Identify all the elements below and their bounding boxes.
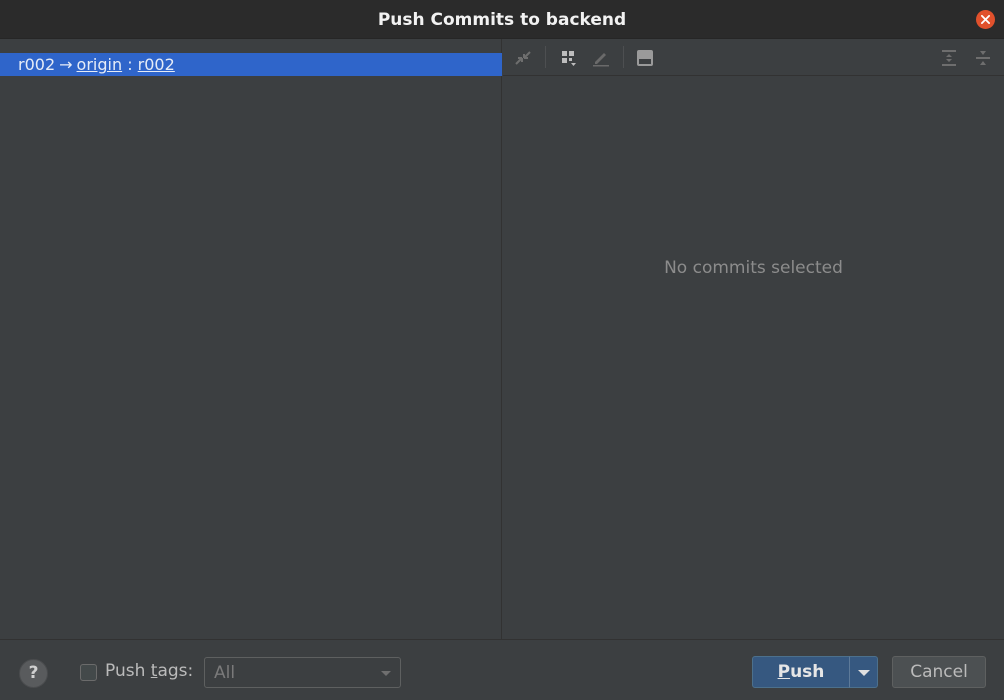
commit-details-pane: No commits selected <box>503 39 1004 639</box>
push-label-rest: ush <box>790 662 825 682</box>
edit-icon[interactable] <box>591 48 611 68</box>
group-by-icon[interactable] <box>559 48 579 68</box>
push-tags-select-value: All <box>214 663 236 683</box>
repo-push-row[interactable]: r002 → origin : r002 <box>0 53 502 76</box>
push-tags-label-suffix: ags: <box>157 661 194 681</box>
cancel-button[interactable]: Cancel <box>892 656 986 688</box>
chevron-down-icon <box>858 670 870 676</box>
push-mnemonic: P <box>777 662 791 682</box>
push-options-dropdown[interactable] <box>849 656 878 688</box>
branch-separator: : <box>127 55 133 74</box>
arrows-merge-icon[interactable] <box>513 48 533 68</box>
push-tags-label[interactable]: Push tags: <box>105 661 193 681</box>
chevron-down-icon <box>381 671 391 676</box>
push-tags-select[interactable]: All <box>204 657 401 688</box>
details-toolbar <box>503 39 1004 76</box>
close-icon <box>981 15 990 24</box>
preview-panel-icon[interactable] <box>635 48 655 68</box>
title-bar: Push Commits to backend <box>0 0 1004 39</box>
close-button[interactable] <box>976 10 995 29</box>
push-button[interactable]: Push <box>752 656 850 688</box>
push-tags-checkbox[interactable] <box>80 664 97 681</box>
toolbar-separator <box>545 46 546 68</box>
dialog-footer: ? Push tags: All Push Cancel <box>0 639 1004 700</box>
empty-state-message: No commits selected <box>664 258 843 278</box>
repository-tree-pane: r002 → origin : r002 <box>0 39 502 639</box>
collapse-all-icon[interactable] <box>973 48 993 68</box>
local-branch: r002 <box>18 55 56 74</box>
push-commits-dialog: Push Commits to backend r002 → origin : r0… <box>0 0 1004 700</box>
toolbar-separator <box>623 46 624 68</box>
dialog-title: Push Commits to backend <box>377 10 627 30</box>
push-tags-label-prefix: Push <box>105 661 151 681</box>
help-button[interactable]: ? <box>19 659 48 688</box>
remote-link[interactable]: origin <box>77 55 123 74</box>
remote-branch-link[interactable]: r002 <box>138 55 175 74</box>
push-arrow: → <box>59 55 73 74</box>
expand-all-icon[interactable] <box>939 48 959 68</box>
